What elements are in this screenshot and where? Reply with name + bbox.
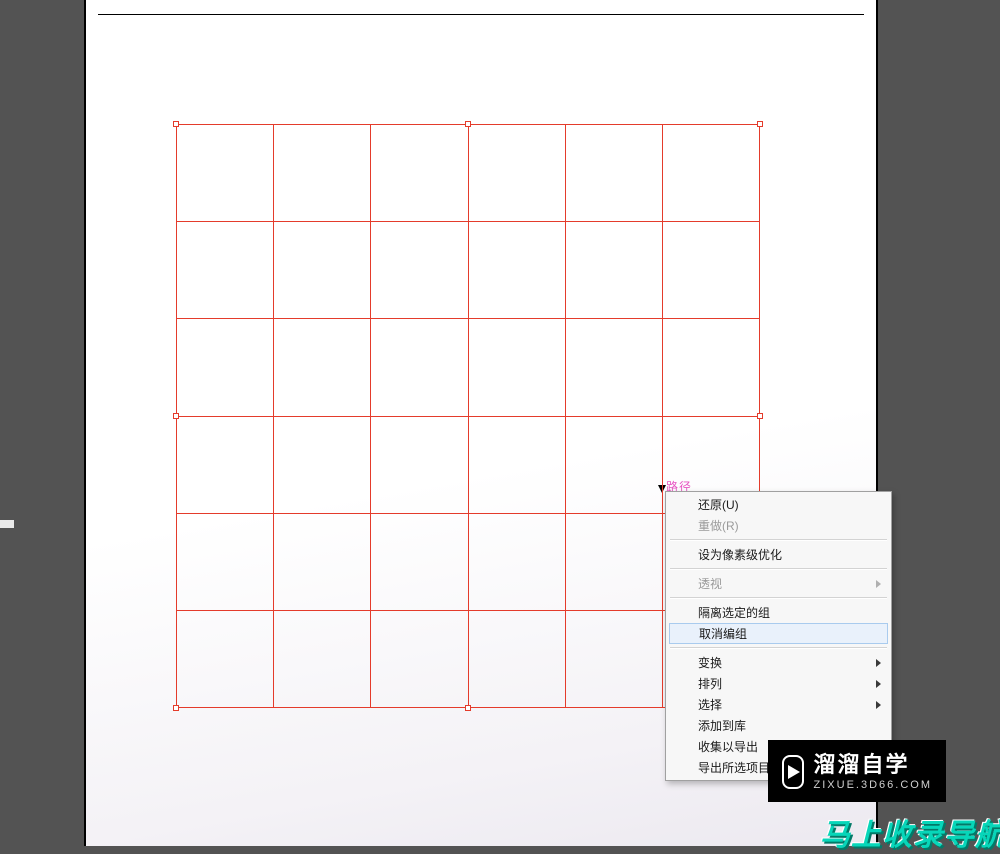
selection-handle[interactable] — [465, 121, 471, 127]
selection-handle[interactable] — [465, 705, 471, 711]
watermark-title: 溜溜自学 — [814, 753, 932, 777]
chevron-right-icon — [876, 580, 881, 588]
menu-item-transform[interactable]: 变换 — [668, 652, 889, 673]
grid-line — [468, 124, 469, 708]
selection-handle[interactable] — [173, 413, 179, 419]
workspace: 路径 还原(U) 重做(R) — [0, 0, 1000, 846]
menu-item-label: 隔离选定的组 — [698, 604, 770, 621]
menu-item-label: 变换 — [698, 654, 722, 671]
menu-item-redo: 重做(R) — [668, 515, 889, 536]
selection-handle[interactable] — [173, 121, 179, 127]
menu-item-pixel-optimize[interactable]: 设为像素级优化 — [668, 544, 889, 565]
selection-handle[interactable] — [757, 121, 763, 127]
chevron-right-icon — [876, 680, 881, 688]
menu-item-label: 导出所选项目 — [698, 759, 770, 776]
menu-item-perspective: 透视 — [668, 573, 889, 594]
grid-line — [662, 124, 663, 708]
menu-separator — [670, 539, 887, 541]
menu-item-label: 设为像素级优化 — [698, 546, 782, 563]
menu-item-label: 重做(R) — [698, 517, 739, 534]
menu-item-undo[interactable]: 还原(U) — [668, 494, 889, 515]
artboard-top-edge — [98, 14, 864, 15]
menu-item-select[interactable]: 选择 — [668, 694, 889, 715]
chevron-right-icon — [876, 659, 881, 667]
grid-line — [273, 124, 274, 708]
grid-line — [370, 124, 371, 708]
menu-item-arrange[interactable]: 排列 — [668, 673, 889, 694]
menu-separator — [670, 597, 887, 599]
context-menu[interactable]: 还原(U) 重做(R) 设为像素级优化 透视 隔离选定的组 取消编组 变换 排列 — [665, 491, 892, 781]
ruler-stub — [0, 520, 14, 528]
menu-item-add-to-library[interactable]: 添加到库 — [668, 715, 889, 736]
menu-separator — [670, 647, 887, 649]
watermark-url: ZIXUE.3D66.COM — [814, 779, 932, 791]
menu-item-label: 还原(U) — [698, 496, 739, 513]
menu-item-label: 选择 — [698, 696, 722, 713]
menu-item-label: 透视 — [698, 575, 722, 592]
play-icon — [782, 755, 804, 789]
menu-item-isolate-group[interactable]: 隔离选定的组 — [668, 602, 889, 623]
menu-item-label: 添加到库 — [698, 717, 746, 734]
banner-text: 马上收录导航 — [820, 810, 1000, 854]
menu-item-label: 收集以导出 — [698, 738, 758, 755]
menu-separator — [670, 568, 887, 570]
selection-handle[interactable] — [757, 413, 763, 419]
menu-item-label: 排列 — [698, 675, 722, 692]
grid-line — [565, 124, 566, 708]
selection-handle[interactable] — [173, 705, 179, 711]
menu-item-label: 取消编组 — [699, 625, 747, 642]
watermark-badge: 溜溜自学 ZIXUE.3D66.COM — [768, 740, 946, 802]
menu-item-ungroup[interactable]: 取消编组 — [669, 623, 888, 644]
chevron-right-icon — [876, 701, 881, 709]
